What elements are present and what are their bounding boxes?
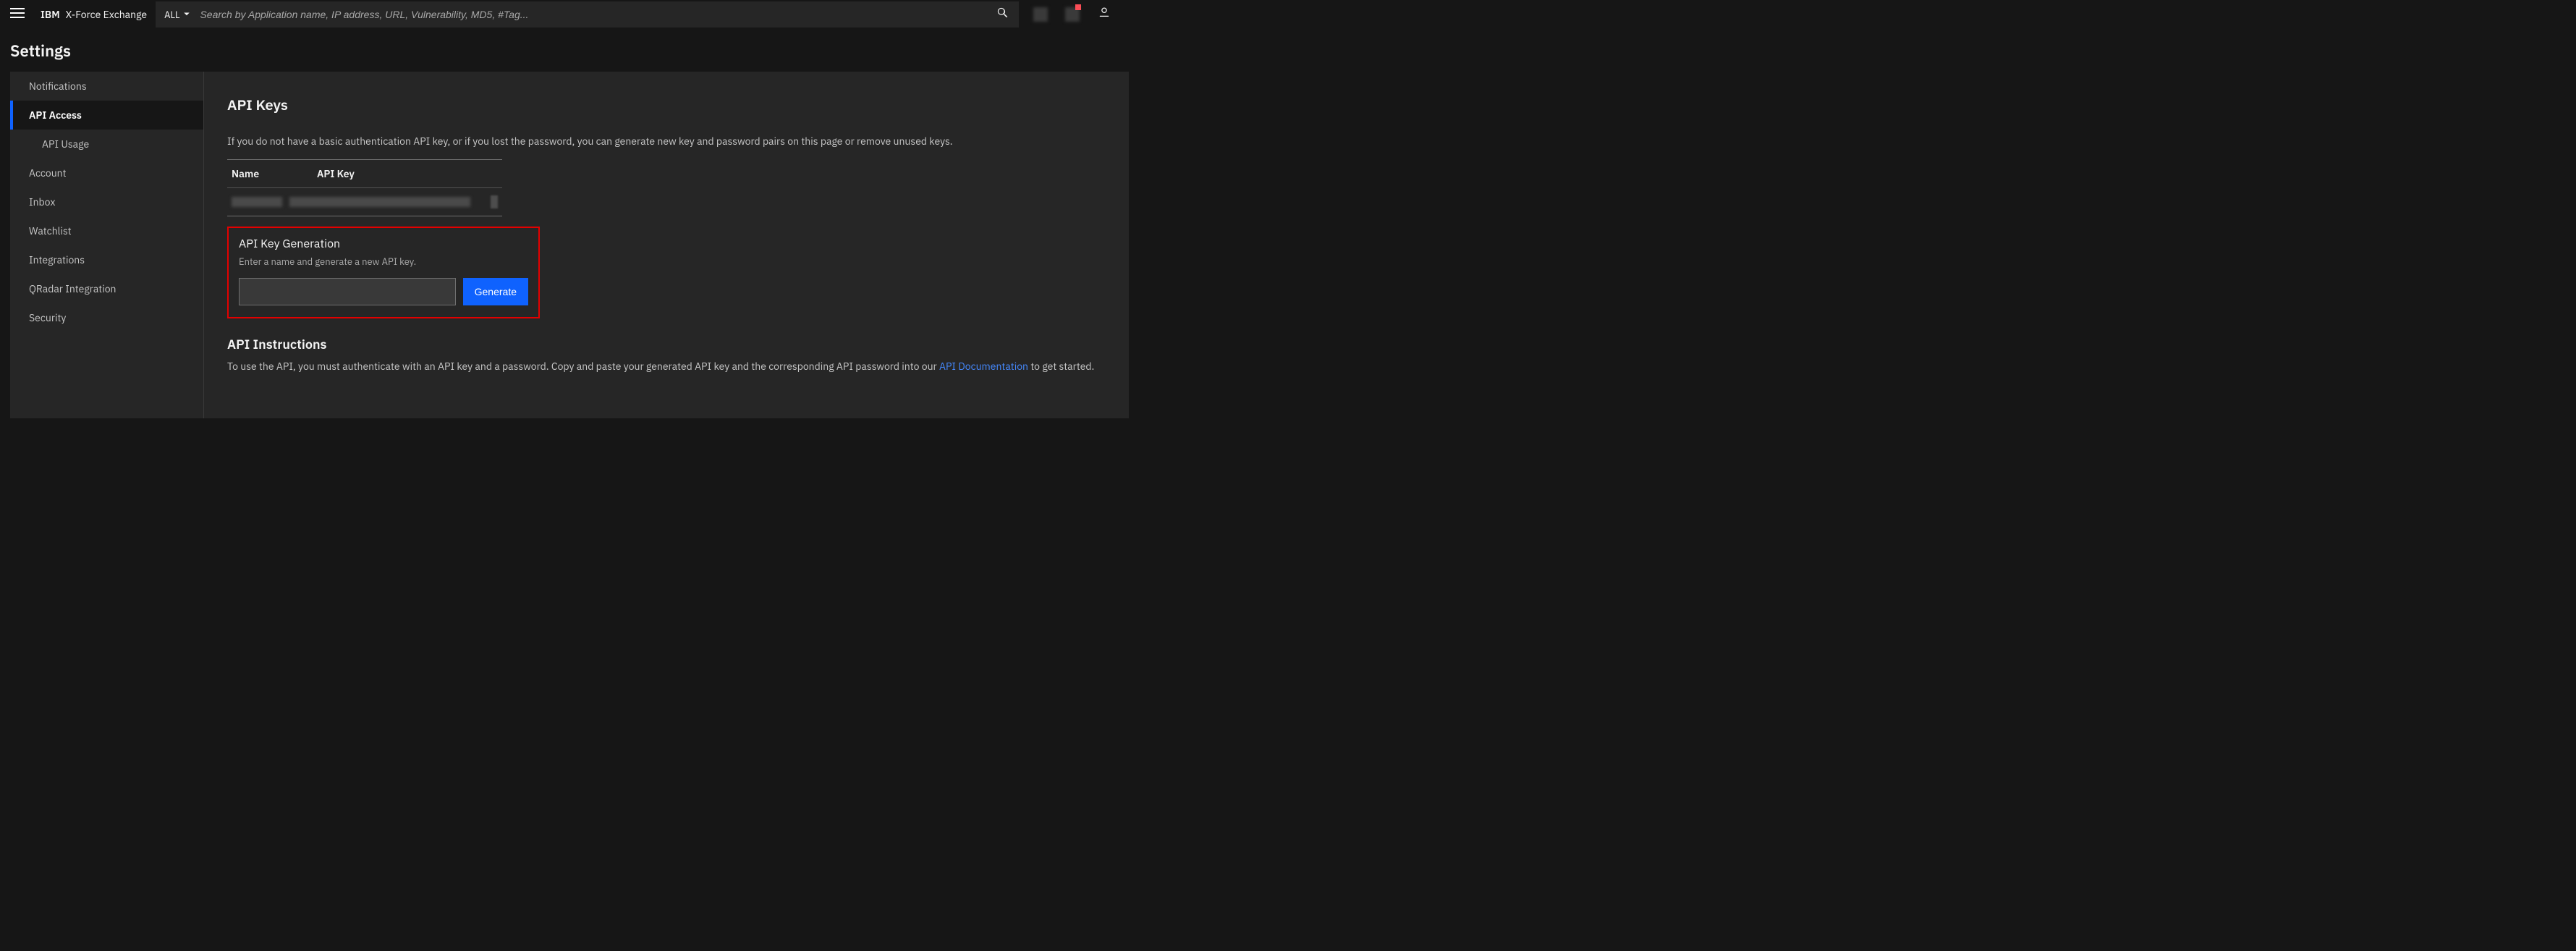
sidebar-item-label: QRadar Integration — [29, 282, 116, 295]
api-key-table: Name API Key — [227, 159, 502, 216]
col-header-name: Name — [232, 167, 282, 180]
sidebar-item-watchlist[interactable]: Watchlist — [10, 216, 203, 245]
sidebar-item-security[interactable]: Security — [10, 303, 203, 332]
chevron-down-icon — [182, 9, 191, 21]
sidebar-item-label: Notifications — [29, 80, 87, 93]
sidebar-item-label: Account — [29, 166, 67, 179]
col-header-key: API Key — [317, 167, 355, 180]
sidebar-item-label: Watchlist — [29, 224, 72, 237]
header-icon-2[interactable] — [1056, 0, 1088, 29]
header-right — [1025, 0, 1120, 29]
generation-title: API Key Generation — [239, 237, 528, 251]
notification-dot-icon — [1075, 4, 1081, 10]
user-menu-button[interactable] — [1088, 0, 1120, 29]
menu-button[interactable] — [0, 0, 35, 29]
search-button[interactable] — [987, 1, 1019, 28]
search-filter-dropdown[interactable]: ALL — [164, 9, 191, 21]
instructions-title: API Instructions — [227, 336, 1106, 352]
sidebar-item-label: Integrations — [29, 253, 85, 266]
main-description: If you do not have a basic authenticatio… — [227, 135, 1106, 148]
sidebar-item-api-access[interactable]: API Access — [10, 101, 203, 130]
content-wrap: Notifications API Access API Usage Accou… — [0, 72, 1129, 418]
generation-hint: Enter a name and generate a new API key. — [239, 255, 528, 268]
sidebar-item-notifications[interactable]: Notifications — [10, 72, 203, 101]
settings-main: API Keys If you do not have a basic auth… — [204, 72, 1129, 418]
api-key-name-input[interactable] — [239, 278, 456, 305]
table-row — [227, 188, 502, 216]
page-title-bar: Settings — [0, 29, 1129, 72]
sidebar-subitem-api-usage[interactable]: API Usage — [10, 130, 203, 158]
settings-sidebar: Notifications API Access API Usage Accou… — [10, 72, 204, 418]
instructions-text-before: To use the API, you must authenticate wi… — [227, 360, 939, 373]
obscured-action-cell[interactable] — [491, 195, 498, 208]
brand-logo[interactable]: IBM X-Force Exchange — [41, 8, 147, 21]
search-input[interactable] — [197, 9, 981, 20]
instructions-text-after: to get started. — [1028, 360, 1094, 373]
api-documentation-link[interactable]: API Documentation — [939, 360, 1028, 373]
api-instructions: API Instructions To use the API, you mus… — [227, 336, 1106, 373]
search-filter-label: ALL — [164, 9, 179, 21]
instructions-text: To use the API, you must authenticate wi… — [227, 360, 1106, 373]
generation-row: Generate — [239, 278, 528, 305]
search-bar: ALL — [156, 1, 1019, 28]
sidebar-subitem-label: API Usage — [42, 138, 89, 151]
obscured-icon — [1033, 7, 1048, 22]
header-icon-1[interactable] — [1025, 0, 1056, 29]
sidebar-item-account[interactable]: Account — [10, 158, 203, 187]
user-icon — [1097, 6, 1111, 24]
sidebar-item-label: API Access — [29, 109, 82, 122]
hamburger-icon — [10, 6, 25, 24]
sidebar-item-inbox[interactable]: Inbox — [10, 187, 203, 216]
table-header: Name API Key — [227, 160, 502, 188]
sidebar-item-label: Security — [29, 311, 66, 324]
brand-name-bold: IBM — [41, 8, 60, 21]
sidebar-item-qradar[interactable]: QRadar Integration — [10, 274, 203, 303]
api-key-generation-box: API Key Generation Enter a name and gene… — [227, 227, 540, 318]
obscured-key-cell — [289, 197, 470, 207]
global-header: IBM X-Force Exchange ALL — [0, 0, 1129, 29]
generate-button[interactable]: Generate — [463, 278, 528, 305]
sidebar-item-integrations[interactable]: Integrations — [10, 245, 203, 274]
search-icon — [996, 7, 1009, 23]
brand-name-light: X-Force Exchange — [66, 8, 147, 21]
obscured-name-cell — [232, 197, 282, 207]
sidebar-item-label: Inbox — [29, 195, 55, 208]
page-title: Settings — [10, 41, 1119, 62]
main-title: API Keys — [227, 95, 1106, 114]
